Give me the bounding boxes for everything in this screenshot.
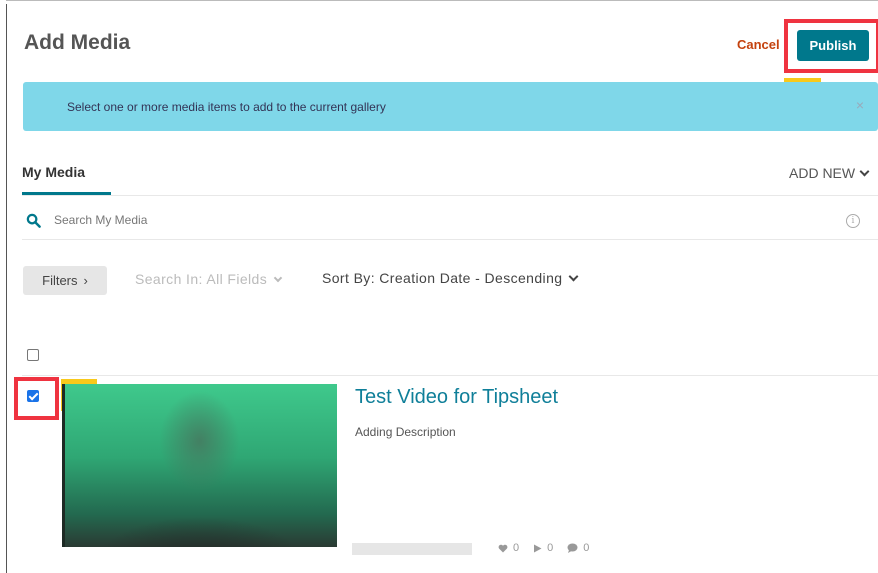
- window-top-border: [6, 0, 878, 4]
- media-item-title[interactable]: Test Video for Tipsheet: [355, 386, 558, 409]
- plays-stat: 0: [533, 542, 553, 554]
- media-meta-placeholder: [352, 543, 472, 555]
- tabs-divider: [22, 195, 878, 196]
- chevron-down-icon: [569, 271, 579, 282]
- media-item-checkbox[interactable]: [27, 390, 39, 402]
- sort-by-dropdown[interactable]: Sort By: Creation Date - Descending: [322, 270, 579, 286]
- select-all-checkbox[interactable]: [27, 349, 39, 361]
- publish-button[interactable]: Publish: [797, 30, 869, 61]
- page-title: Add Media: [24, 31, 131, 54]
- play-icon: [534, 544, 542, 552]
- banner-message: Select one or more media items to add to…: [67, 100, 386, 114]
- sort-by-label: Sort By: Creation Date - Descending: [322, 270, 563, 286]
- add-new-label: ADD NEW: [789, 165, 856, 181]
- search-bar: i: [22, 206, 878, 240]
- filters-button[interactable]: Filters ›: [23, 266, 107, 295]
- add-new-dropdown[interactable]: ADD NEW: [789, 165, 870, 181]
- search-input[interactable]: [54, 213, 454, 227]
- comments-stat: 0: [567, 542, 589, 554]
- cancel-button[interactable]: Cancel: [737, 37, 780, 52]
- media-stats: 0 0 0: [498, 542, 589, 554]
- thumbnail-edge: [62, 384, 65, 547]
- media-thumbnail[interactable]: [62, 384, 337, 547]
- info-icon[interactable]: i: [846, 214, 860, 228]
- heart-icon: [498, 544, 508, 552]
- chevron-down-icon: [859, 166, 870, 177]
- plays-count: 0: [547, 542, 554, 554]
- banner-close-icon[interactable]: ×: [856, 97, 864, 113]
- media-item-description: Adding Description: [355, 425, 456, 439]
- search-icon[interactable]: [26, 213, 41, 228]
- filters-label: Filters: [42, 273, 78, 288]
- info-banner: Select one or more media items to add to…: [23, 82, 878, 131]
- chevron-right-icon: ›: [83, 273, 88, 288]
- search-in-label: Search In: All Fields: [135, 271, 268, 287]
- chevron-down-icon: [273, 273, 283, 282]
- list-divider: [22, 375, 878, 376]
- search-in-dropdown[interactable]: Search In: All Fields: [135, 271, 283, 287]
- tab-my-media[interactable]: My Media: [22, 164, 85, 180]
- likes-stat: 0: [498, 542, 519, 554]
- comment-icon: [567, 543, 578, 553]
- likes-count: 0: [513, 542, 520, 554]
- window-left-border: [6, 0, 7, 573]
- comments-count: 0: [583, 542, 590, 554]
